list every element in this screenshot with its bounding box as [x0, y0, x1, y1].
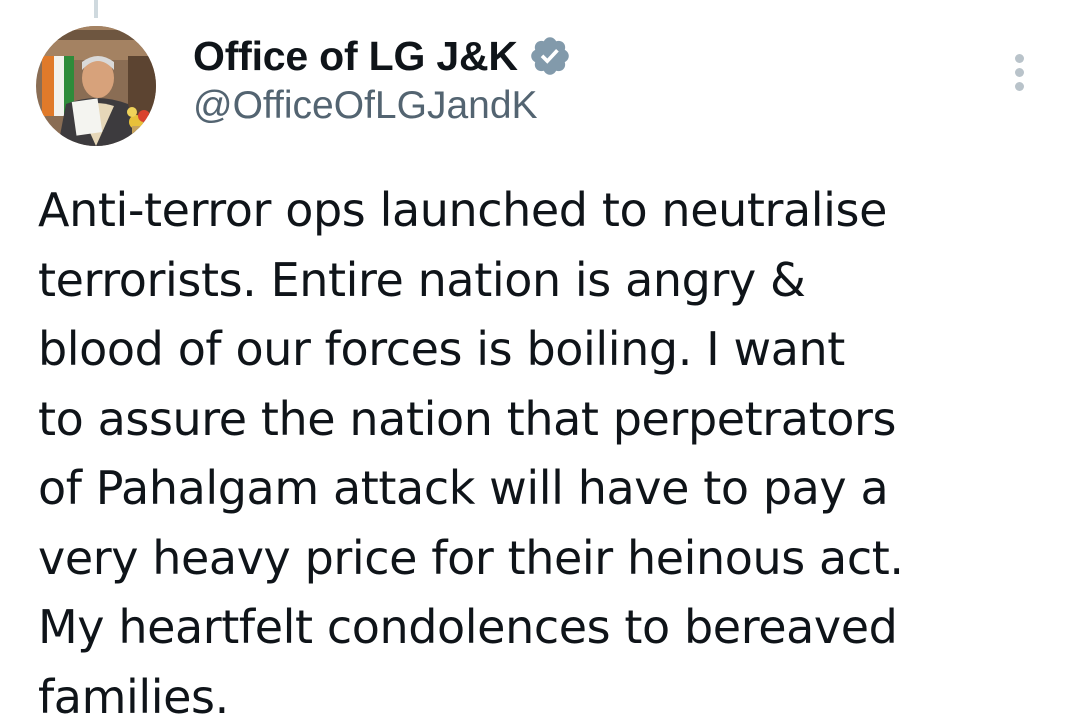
avatar-image — [36, 26, 156, 146]
more-options-icon-dot — [1015, 68, 1024, 77]
tweet-text-line: families. — [38, 669, 229, 724]
more-options-icon-dot — [1015, 82, 1024, 91]
author-display-name[interactable]: Office of LG J&K — [193, 33, 518, 80]
more-options-button[interactable] — [1004, 50, 1036, 96]
profile-avatar[interactable] — [36, 26, 156, 146]
tweet-body-text: Anti-terror ops launched to neutralise t… — [38, 176, 1048, 728]
tweet-text-line: of Pahalgam attack will have to pay a — [38, 461, 889, 515]
tweet-text-line: terrorists. Entire nation is angry & — [38, 252, 806, 307]
tweet-text-line: blood of our forces is boiling. I want — [38, 322, 845, 376]
tweet-text-line: Anti-terror ops launched to neutralise — [38, 183, 888, 237]
more-options-icon — [1015, 54, 1024, 63]
tweet-text-line: to assure the nation that perpetrators — [38, 391, 897, 446]
thread-connector-line — [94, 0, 98, 18]
verified-badge-icon[interactable] — [528, 34, 572, 78]
author-handle[interactable]: @OfficeOfLGJandK — [193, 84, 538, 128]
tweet-text-line: My heartfelt condolences to bereaved — [38, 600, 898, 654]
author-name-row: Office of LG J&K — [193, 30, 572, 82]
tweet-text-line: very heavy price for their heinous act. — [38, 530, 904, 585]
